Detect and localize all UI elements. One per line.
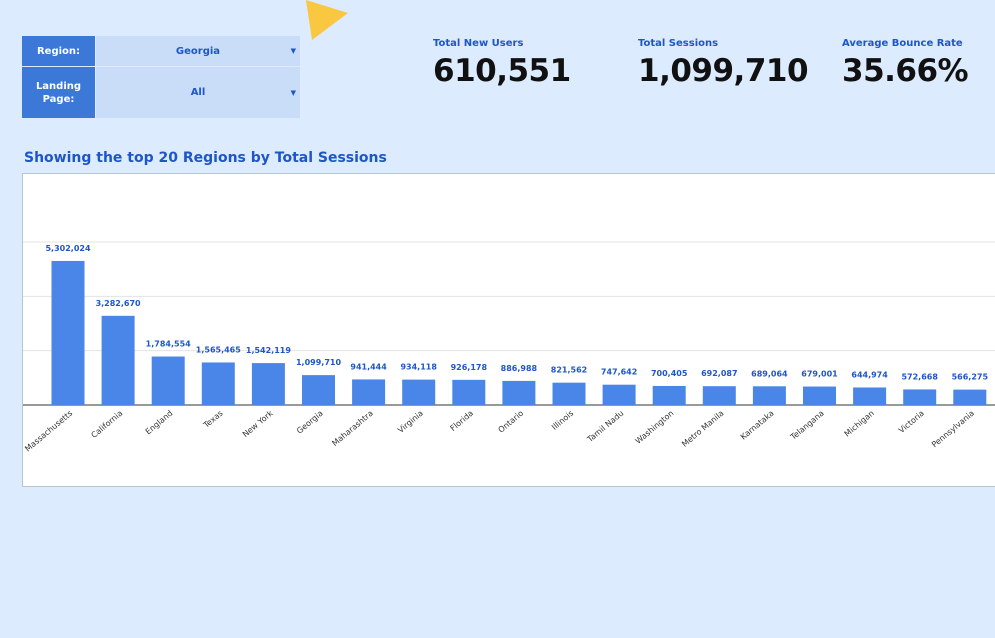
data-label: 5,302,024 — [45, 244, 90, 253]
x-tick-label: Michigan — [843, 409, 876, 439]
x-tick-label: Karnataka — [739, 409, 776, 442]
data-label: 700,405 — [651, 369, 688, 378]
kpi-sessions: Total Sessions 1,099,710 — [638, 38, 809, 89]
data-label: 821,562 — [551, 366, 587, 375]
kpi-new-users-label: Total New Users — [433, 38, 524, 49]
dropdown-arrow-icon: ▼ — [290, 47, 296, 55]
kpi-bounce-rate-value: 35.66% — [842, 53, 969, 89]
filter-panel: Region: Georgia ▼ Landing Page: All ▼ — [22, 36, 300, 119]
bar — [302, 375, 335, 405]
data-label: 941,444 — [350, 362, 387, 371]
decorative-triangle-icon — [306, 0, 348, 40]
x-tick-label: Maharashtra — [330, 409, 375, 448]
data-label: 692,087 — [701, 369, 737, 378]
bar — [251, 363, 285, 405]
region-value: Georgia — [175, 45, 221, 57]
data-label: 3,282,670 — [96, 299, 141, 308]
data-label: 1,784,554 — [146, 340, 191, 349]
bar — [151, 356, 185, 405]
landing-page-dropdown[interactable]: All ▼ — [96, 67, 300, 118]
bar — [352, 379, 386, 405]
x-tick-label: Texas — [201, 409, 224, 431]
bar — [402, 379, 436, 405]
bar — [452, 379, 486, 405]
data-label: 679,001 — [801, 370, 838, 379]
kpi-bounce-rate-label: Average Bounce Rate — [842, 38, 963, 49]
x-tick-label: Ontario — [497, 409, 526, 435]
region-dropdown[interactable]: Georgia ▼ — [96, 36, 300, 66]
data-label: 934,118 — [400, 363, 437, 372]
region-label: Region: — [22, 36, 95, 66]
landing-page-value: All — [190, 87, 206, 98]
data-label: 1,542,119 — [246, 346, 291, 355]
region-filter-row: Region: Georgia ▼ — [22, 36, 300, 66]
data-label: 1,099,710 — [296, 358, 341, 367]
x-tick-label: Tamil Nadu — [585, 409, 625, 445]
data-label: 886,988 — [501, 364, 538, 373]
bar — [702, 386, 736, 405]
x-tick-label: California — [89, 409, 124, 440]
x-tick-label: Telangana — [788, 409, 826, 443]
data-label: 926,178 — [451, 363, 488, 372]
bar — [201, 362, 235, 405]
bar — [903, 389, 937, 405]
data-label: 572,668 — [901, 372, 938, 381]
bar — [953, 389, 987, 405]
bar — [853, 387, 887, 405]
bar — [502, 380, 536, 405]
bar-chart: 5,302,024 Massachusetts 3,282,670 Californi… — [23, 241, 995, 454]
kpi-new-users-value: 610,551 — [433, 53, 571, 89]
chart-panel: 5,302,024 Massachusetts 3,282,670 Californi… — [22, 173, 995, 487]
x-tick-label: Washington — [634, 409, 676, 446]
x-tick-label: Victoria — [897, 409, 926, 435]
x-tick-label: England — [144, 409, 175, 437]
bar — [101, 315, 135, 405]
bar — [602, 384, 636, 405]
x-tick-label: Massachusetts — [23, 409, 74, 454]
chart-title: Showing the top 20 Regions by Total Sess… — [24, 150, 387, 166]
x-tick-label: Georgia — [295, 409, 325, 436]
kpi-bounce-rate: Average Bounce Rate 35.66% — [842, 38, 969, 89]
bar — [803, 386, 836, 405]
x-tick-label: New York — [241, 408, 275, 439]
bar — [652, 385, 686, 405]
x-tick-label: Virginia — [396, 409, 425, 435]
dropdown-arrow-icon: ▼ — [290, 88, 296, 97]
x-tick-label: Illinois — [550, 409, 575, 432]
x-tick-label: Metro Manila — [680, 409, 725, 449]
bar — [752, 386, 786, 405]
bar — [51, 260, 85, 405]
data-label: 644,974 — [851, 370, 888, 379]
data-label: 689,064 — [751, 369, 788, 378]
kpi-new-users: Total New Users 610,551 — [433, 38, 571, 89]
landing-page-filter-row: Landing Page: All ▼ — [22, 67, 300, 118]
x-tick-label: Pennsylvania — [930, 409, 976, 450]
kpi-sessions-value: 1,099,710 — [638, 53, 809, 89]
data-label: 747,642 — [601, 368, 637, 377]
data-label: 1,565,465 — [196, 345, 241, 354]
bar — [552, 382, 586, 405]
x-tick-label: Florida — [448, 409, 475, 433]
kpi-sessions-label: Total Sessions — [638, 38, 719, 49]
landing-page-label: Landing Page: — [22, 67, 95, 118]
data-label: 566,275 — [952, 373, 989, 382]
